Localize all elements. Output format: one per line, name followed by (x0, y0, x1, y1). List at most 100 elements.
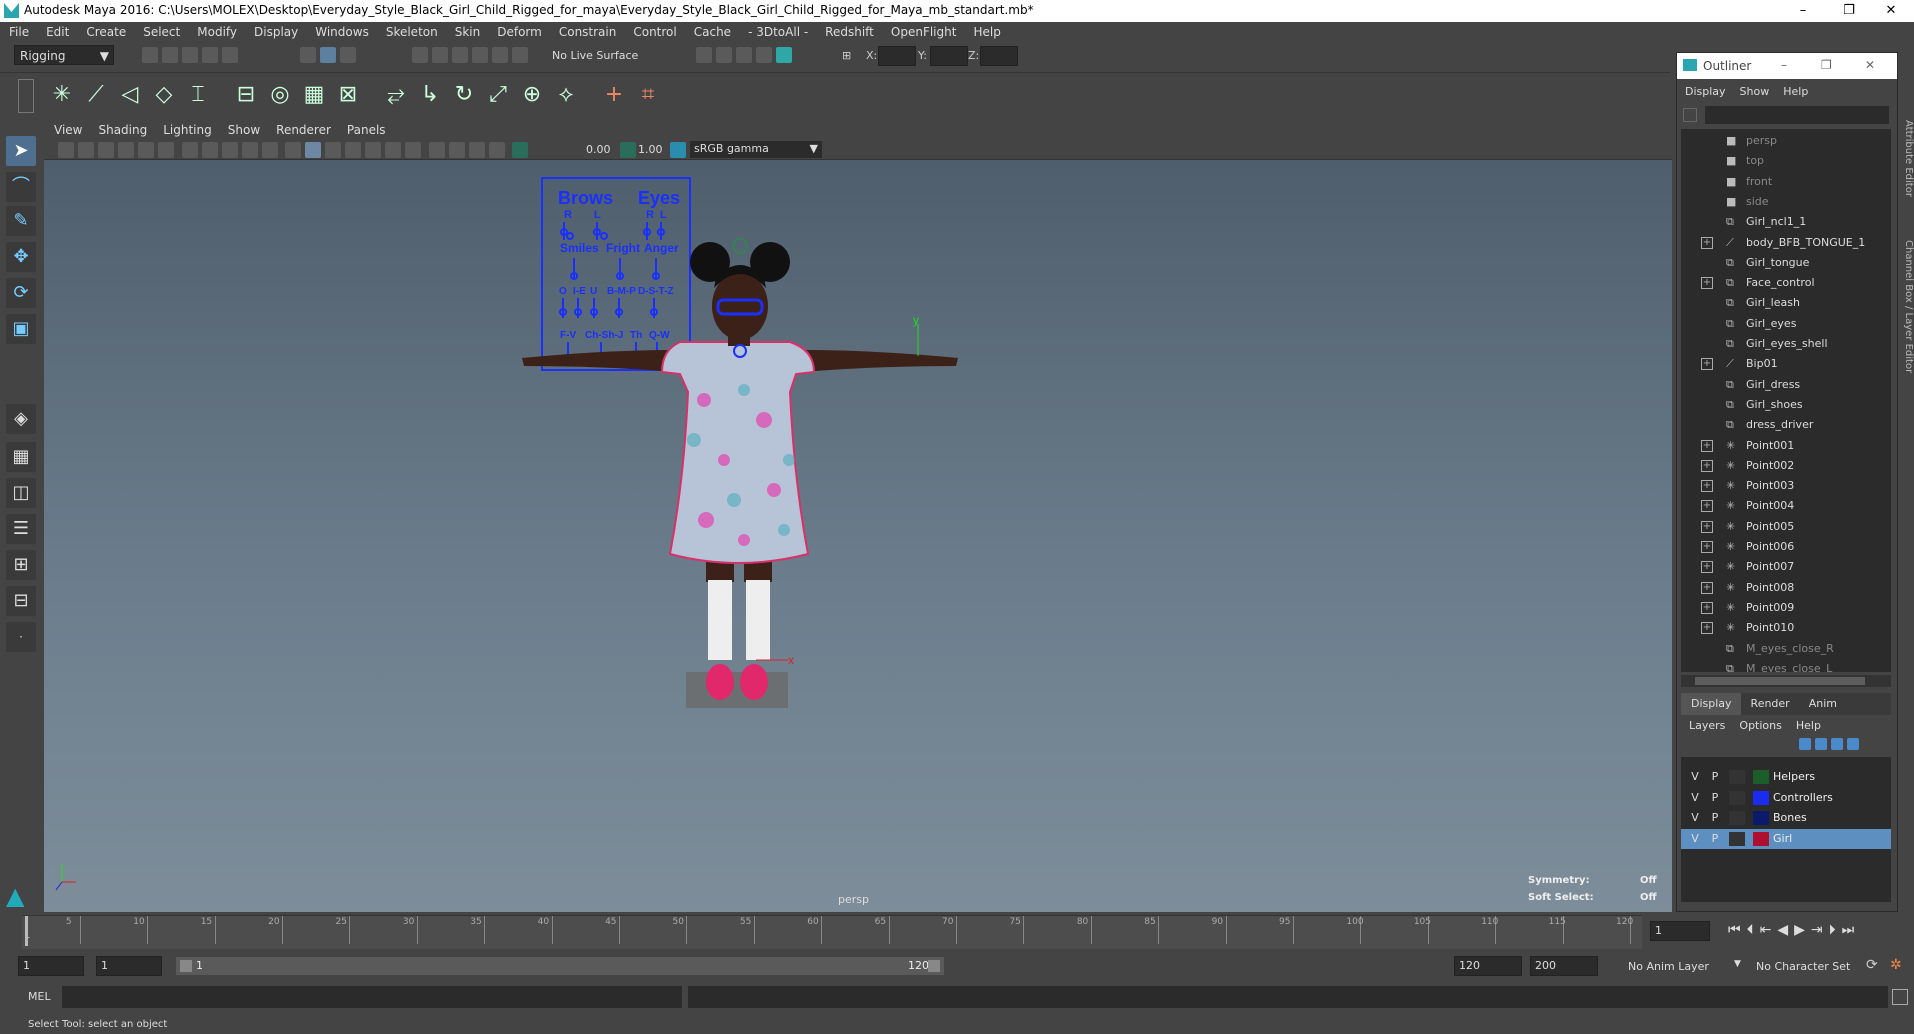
orient-constraint-icon[interactable]: ↻ (450, 81, 478, 109)
snap-surface-icon[interactable] (492, 47, 508, 63)
menu-deform[interactable]: Deform (488, 22, 550, 39)
layer-display-type[interactable] (1729, 770, 1745, 784)
film-gate-icon[interactable] (158, 142, 174, 158)
safe-action-icon[interactable] (241, 142, 258, 158)
outliner-restore-button[interactable]: ❐ (1821, 58, 1832, 72)
go-to-end-icon[interactable]: ⏭ (1842, 922, 1861, 938)
range-end-handle[interactable] (928, 960, 940, 972)
layer-menu-options[interactable]: Options (1731, 717, 1787, 732)
outliner-horizontal-scrollbar[interactable] (1681, 675, 1891, 687)
menu-skeleton[interactable]: Skeleton (377, 22, 446, 39)
menu-modify[interactable]: Modify (188, 22, 245, 39)
rotate-tool-icon[interactable]: ⟳ (6, 278, 36, 308)
expand-icon[interactable]: + (1701, 520, 1713, 533)
outliner-item[interactable]: + ✳ Point001 (1681, 436, 1891, 456)
layer-menu-help[interactable]: Help (1788, 717, 1827, 732)
outliner-item[interactable]: ⧉ Girl_leash (1681, 293, 1891, 313)
render-settings-icon[interactable] (696, 47, 712, 63)
playback-start-field[interactable]: 1 (96, 956, 162, 976)
outliner-item[interactable]: + ⟋ body_BFB_TONGUE_1 (1681, 233, 1891, 253)
gate-mask-icon[interactable] (201, 142, 218, 158)
character-girl[interactable]: y x (522, 238, 958, 708)
layer-tab-render[interactable]: Render (1741, 693, 1799, 715)
outliner-item[interactable]: + ⧉ Face_control (1681, 273, 1891, 293)
new-layer-icon[interactable] (1831, 738, 1843, 750)
range-bar[interactable]: 1 120 (176, 957, 944, 975)
ik-handle-icon[interactable]: ◁ (116, 81, 144, 109)
color-management-icon[interactable] (670, 142, 686, 158)
menu-edit[interactable]: Edit (37, 22, 77, 39)
x-field[interactable] (878, 46, 916, 66)
end-time-field[interactable]: 200 (1530, 956, 1598, 976)
outliner-minimize-button[interactable]: – (1781, 58, 1787, 72)
outliner-item[interactable]: + ✳ Point003 (1681, 476, 1891, 496)
character-set-dropdown[interactable]: No Character Set (1748, 956, 1864, 976)
range-start-handle[interactable] (180, 960, 192, 972)
outliner-item[interactable]: + ✳ Point005 (1681, 517, 1891, 537)
play-forward-icon[interactable]: ▶ (1794, 922, 1811, 938)
image-plane-icon[interactable] (118, 142, 134, 158)
layer-visibility-toggle[interactable]: V (1687, 810, 1703, 826)
viewport-menu-view[interactable]: View (44, 122, 88, 137)
scale-tool-icon[interactable]: ▣ (6, 314, 36, 344)
menu-display[interactable]: Display (245, 22, 306, 39)
lights-icon[interactable] (365, 142, 381, 158)
outliner-item[interactable]: ■ top (1681, 151, 1891, 171)
graph-layout-icon[interactable]: ⊞ (6, 550, 36, 580)
ambient-occlusion-icon[interactable] (405, 142, 421, 158)
save-scene-icon[interactable] (182, 47, 198, 63)
face-control-panel[interactable]: Brows Eyes R L R L Smiles Fright Anger O (541, 177, 691, 371)
move-tool-icon[interactable]: ✥ (6, 242, 36, 272)
outliner-item[interactable]: + ⟋ Bip01 (1681, 354, 1891, 374)
bookmark-icon[interactable] (98, 142, 114, 158)
outliner-search-input[interactable] (1705, 106, 1889, 124)
timeline-track[interactable]: 1510152025303540455055606570758085909510… (22, 915, 1642, 949)
xray-icon[interactable] (448, 142, 465, 158)
layer-tab-display[interactable]: Display (1681, 693, 1741, 715)
outliner-item[interactable]: ⧉ Girl_dress (1681, 375, 1891, 395)
outliner-item[interactable]: ■ persp (1681, 131, 1891, 151)
new-scene-icon[interactable] (142, 47, 158, 63)
expand-icon[interactable]: + (1701, 601, 1713, 614)
move-layer-up-icon[interactable] (1799, 738, 1811, 750)
hypershade-icon[interactable] (776, 47, 792, 63)
snap-magnet-icon[interactable] (512, 47, 528, 63)
auto-key-icon[interactable]: ⟳ (1866, 957, 1878, 973)
restore-button[interactable]: ❐ (1826, 0, 1872, 22)
cluster-icon[interactable]: ⊠ (334, 81, 362, 109)
camera-attributes-icon[interactable] (78, 142, 94, 158)
script-editor-icon[interactable] (1892, 989, 1908, 1005)
transform-icon[interactable]: ⊞ (842, 49, 851, 62)
layer-visibility-toggle[interactable]: V (1687, 831, 1703, 847)
layer-row[interactable]: V P Girl (1681, 828, 1891, 849)
four-view-icon[interactable]: ▦ (6, 442, 36, 472)
outliner-item[interactable]: + ✳ Point004 (1681, 496, 1891, 516)
outliner-item[interactable]: ⧉ Girl_shoes (1681, 395, 1891, 415)
menu-3dtoall[interactable]: - 3DtoAll - (739, 22, 816, 39)
layer-visibility-toggle[interactable]: V (1687, 769, 1703, 785)
playback-end-field[interactable]: 120 (1454, 956, 1522, 976)
side-tab-channel-box[interactable]: Channel Box / Layer Editor (1902, 240, 1914, 380)
3d-viewport[interactable]: Brows Eyes R L R L Smiles Fright Anger O (44, 160, 1672, 912)
two-view-icon[interactable]: ◫ (6, 478, 36, 508)
select-hierarchy-icon[interactable] (300, 47, 316, 63)
bind-skin-icon[interactable]: ⊟ (232, 81, 260, 109)
outliner-item[interactable]: + ✳ Point009 (1681, 598, 1891, 618)
layout-menu-icon[interactable]: · (6, 622, 36, 652)
outliner-item[interactable]: ⧉ Girl_eyes_shell (1681, 334, 1891, 354)
expand-icon[interactable]: + (1701, 277, 1713, 290)
xray-active-icon[interactable] (488, 142, 505, 158)
snap-curve-icon[interactable] (432, 47, 448, 63)
menu-redshift[interactable]: Redshift (816, 22, 882, 39)
layer-visibility-toggle[interactable]: V (1687, 790, 1703, 806)
outliner-menu-help[interactable]: Help (1775, 83, 1814, 98)
step-back-key-icon[interactable]: ⇤ (1760, 922, 1778, 938)
field-chart-icon[interactable] (221, 142, 238, 158)
snap-view-icon[interactable] (472, 47, 488, 63)
resolution-gate-icon[interactable] (181, 142, 198, 158)
gamma-icon[interactable] (620, 142, 636, 158)
render-frame-icon[interactable] (716, 47, 732, 63)
lasso-tool-icon[interactable]: ⌒ (6, 172, 36, 202)
current-time-marker[interactable] (25, 916, 28, 946)
ipr-render-icon[interactable] (736, 47, 752, 63)
